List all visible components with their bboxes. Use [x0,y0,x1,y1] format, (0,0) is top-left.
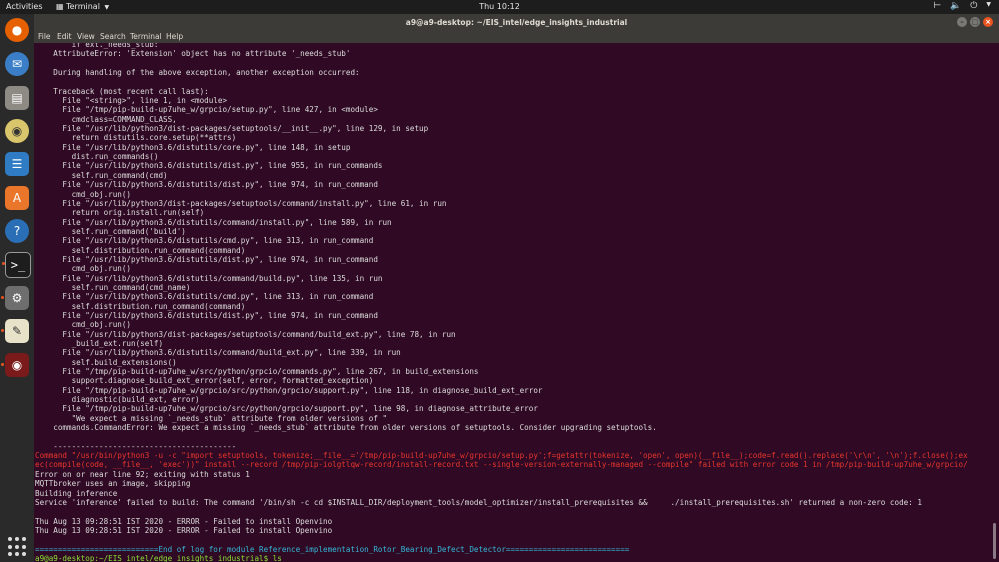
terminal-output[interactable]: if ext._needs_stub: AttributeError: 'Ext… [34,43,990,562]
terminal-line: During handling of the above exception, … [35,68,360,78]
text-editor-icon[interactable]: ✎ [1,319,29,343]
terminal-line: self.build_extensions() [35,357,177,367]
menu-search[interactable]: Search [100,32,126,41]
recorder-icon[interactable]: ◉ [1,353,29,377]
terminal-line: cmd_obj.run() [35,320,132,330]
terminal-line: File "/usr/lib/python3.6/distutils/cmd.p… [35,236,374,246]
clock[interactable]: Thu 10:12 [0,2,999,11]
terminal-line: File "/usr/lib/python3.6/distutils/comma… [35,348,401,358]
terminal-line: File "/tmp/pip-build-up7uhe_w/grpcio/src… [35,404,538,414]
terminal-line: ---------------------------------------- [35,441,237,451]
terminal-line: Building inference [35,488,118,498]
terminal-line: AttributeError: 'Extension' object has n… [35,49,351,59]
terminal-line: ===========================End of log fo… [35,544,630,554]
terminal-line: _build_ext.run(self) [35,339,164,348]
help-icon[interactable]: ? [5,219,29,243]
window-title: a9@a9-desktop: ~/EIS_intel/edge_insights… [405,18,628,27]
network-icon: ⊢ [933,1,942,11]
terminal-line: Command "/usr/bin/python3 -u -c "import … [35,451,968,461]
scrollbar-thumb[interactable] [993,523,996,559]
volume-icon: 🔈 [950,1,962,11]
terminal-line: File "/usr/lib/python3.6/distutils/cmd.p… [35,292,374,302]
terminal-line: File "/usr/lib/python3.6/distutils/dist.… [35,310,378,320]
writer-icon[interactable]: ☰ [5,152,29,176]
menu-terminal[interactable]: Terminal [130,32,162,41]
terminal-line: Thu Aug 13 09:28:51 IST 2020 - ERROR - F… [35,516,333,526]
maximize-button[interactable]: □ [970,17,980,27]
files-icon[interactable]: ▤ [5,86,29,110]
terminal-line: File "/usr/lib/python3.6/distutils/dist.… [35,180,378,190]
system-menu[interactable]: ⊢ 🔈 ⏻ ▼ [933,1,991,11]
terminal-line: File "/usr/lib/python3.6/distutils/dist.… [35,254,378,264]
scrollbar[interactable] [990,43,999,562]
terminal-line: MQTTbroker uses an image, skipping [35,479,191,489]
power-icon: ⏻ [970,1,978,11]
menu-view[interactable]: View [77,32,95,41]
dock: ● ✉ ▤ ◉ ☰ A ? >_ ⚙ ✎ ◉ [0,14,35,562]
shell-prompt: a9@a9-desktop:~/EIS_intel/edge_insights_… [35,553,282,562]
terminal-line: File "/usr/lib/python3/dist-packages/set… [35,124,429,134]
terminal-line: File "/usr/lib/python3/dist-packages/set… [35,198,447,208]
terminal-line: self.run_command('build') [35,226,186,236]
show-applications-icon[interactable] [7,536,29,558]
terminal-line: File "/tmp/pip-build-up7uhe_w/grpcio/set… [35,105,378,115]
terminal-line: File "/usr/lib/python3.6/distutils/comma… [35,273,383,283]
terminal-line: cmd_obj.run() [35,264,132,274]
terminal-line: Thu Aug 13 09:28:51 IST 2020 - ERROR - F… [35,525,333,535]
terminal-line: support.diagnose_build_ext_error(self, e… [35,376,374,386]
menu-file[interactable]: File [38,32,51,41]
chevron-down-icon: ▼ [986,1,991,8]
terminal-line: dist.run_commands() [35,152,159,162]
terminal-line: self.run_command(cmd) [35,170,168,180]
top-bar: Activities ▦ Terminal ▼ Thu 10:12 ⊢ 🔈 ⏻ … [0,0,999,14]
menu-help[interactable]: Help [166,32,183,41]
terminal-line: File "/usr/lib/python3.6/distutils/core.… [35,142,351,152]
terminal-line: File "/usr/lib/python3.6/distutils/comma… [35,217,392,227]
terminal-line: File "/tmp/pip-build-up7uhe_w/grpcio/src… [35,385,543,395]
terminal-line: return orig.install.run(self) [35,208,205,218]
menu-edit[interactable]: Edit [57,32,72,41]
thunderbird-icon[interactable]: ✉ [5,52,29,76]
terminal-line: self.distribution.run_command(command) [35,301,246,311]
terminal-line: Error on or near line 92; exiting with s… [35,469,250,479]
terminal-line: self.run_command(cmd_name) [35,282,191,292]
terminal-line: cmd_obj.run() [35,189,132,199]
terminal-line: File "<string>", line 1, in <module> [35,96,228,106]
terminal-line: ec(compile(code, __file__, 'exec'))" ins… [35,460,968,470]
terminal-line: "We expect a missing `_needs_stub` attri… [35,413,388,423]
terminal-line: File "/usr/lib/python3/dist-packages/set… [35,329,456,339]
terminal-window: a9@a9-desktop: ~/EIS_intel/edge_insights… [34,14,999,562]
terminal-line: diagnostic(build_ext, error) [35,395,200,405]
settings-icon[interactable]: ⚙ [1,286,29,310]
terminal-line: Service 'inference' failed to build: The… [35,497,922,507]
terminal-line: cmdclass=COMMAND_CLASS, [35,114,177,124]
terminal-line: commands.CommandError: We expect a missi… [35,423,657,433]
terminal-line: File "/usr/lib/python3.6/distutils/dist.… [35,161,383,171]
terminal-icon[interactable]: >_ [2,252,31,278]
terminal-line: File "/tmp/pip-build-up7uhe_w/src/python… [35,367,479,377]
close-button[interactable]: × [983,17,993,27]
terminal-line: self.distribution.run_command(command) [35,245,246,255]
menu-bar: File Edit View Search Terminal Help [34,31,999,43]
minimize-button[interactable]: – [957,17,967,27]
terminal-line: return distutils.core.setup(**attrs) [35,133,237,143]
title-bar[interactable]: a9@a9-desktop: ~/EIS_intel/edge_insights… [34,14,999,31]
terminal-line: Traceback (most recent call last): [35,86,209,96]
firefox-icon[interactable]: ● [5,18,29,42]
rhythmbox-icon[interactable]: ◉ [5,119,29,143]
software-center-icon[interactable]: A [5,186,29,210]
terminal-lines: if ext._needs_stub: AttributeError: 'Ext… [35,43,968,562]
